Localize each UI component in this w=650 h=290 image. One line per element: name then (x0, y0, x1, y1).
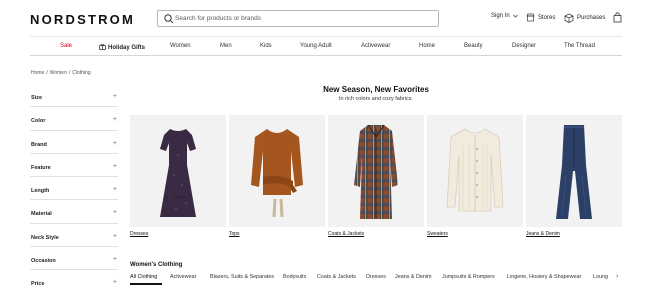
filter-label: Price (31, 281, 45, 288)
purchases-label: Purchases (577, 15, 606, 21)
plus-icon: + (112, 139, 117, 147)
tab-blazers-suits-separates[interactable]: Blazers, Suits & Separates (210, 274, 274, 280)
breadcrumb-clothing: Clothing (72, 70, 91, 76)
tile-caption-dresses[interactable]: Dresses (130, 231, 148, 237)
clothing-tabs: All Clothing Activewear Blazers, Suits &… (130, 272, 622, 286)
filter-label: Neck Style (31, 234, 59, 241)
category-tiles (130, 115, 622, 227)
plus-icon: + (112, 116, 117, 124)
tile-sweaters[interactable] (427, 115, 523, 227)
filter-label: Material (31, 211, 52, 218)
nav-item-beauty[interactable]: Beauty (464, 43, 483, 49)
nav-item-sale[interactable]: Sale (60, 43, 72, 49)
search-icon (164, 14, 174, 24)
main-nav: Sale Holiday Gifts Women Men Kids Young … (30, 36, 622, 56)
tile-caption-sweaters[interactable]: Sweaters (427, 231, 448, 237)
filter-material[interactable]: Material + (30, 200, 118, 224)
filter-feature[interactable]: Feature + (30, 154, 118, 178)
nav-item-kids[interactable]: Kids (260, 43, 272, 49)
filter-color[interactable]: Color + (30, 107, 118, 131)
tile-coats-jackets[interactable] (328, 115, 424, 227)
tab-dresses[interactable]: Dresses (366, 274, 386, 280)
breadcrumb-women[interactable]: Women (50, 70, 67, 76)
nav-item-women[interactable]: Women (170, 43, 191, 49)
nav-item-designer[interactable]: Designer (512, 43, 536, 49)
filter-occasion[interactable]: Occasion + (30, 247, 118, 271)
section-title: Women's Clothing (130, 262, 183, 268)
plus-icon: + (112, 232, 117, 240)
shopping-bag-button[interactable] (613, 12, 622, 23)
header: NORDSTROM Sign In Stores Purchases (0, 0, 650, 36)
breadcrumb-separator: / (46, 70, 48, 76)
purchases-link[interactable]: Purchases (564, 13, 605, 23)
filter-brand[interactable]: Brand + (30, 131, 118, 154)
tab-coats-jackets[interactable]: Coats & Jackets (317, 274, 356, 280)
breadcrumb-home[interactable]: Home (31, 70, 44, 76)
tile-jeans-denim[interactable] (526, 115, 622, 227)
stores-label: Stores (538, 14, 556, 21)
filter-label: Size (31, 95, 43, 101)
dress-image (160, 129, 196, 217)
search-bar[interactable] (157, 10, 439, 27)
breadcrumb: Home / Women / Clothing (31, 70, 93, 76)
tile-caption-jeans-denim[interactable]: Jeans & Denim (526, 231, 560, 237)
plus-icon: + (112, 256, 117, 264)
breadcrumb-separator: / (68, 70, 71, 76)
search-input[interactable] (175, 12, 433, 25)
tab-all-clothing[interactable]: All Clothing (130, 274, 157, 280)
filter-label: Brand (31, 141, 47, 148)
tile-caption-tops[interactable]: Tops (229, 231, 240, 237)
nav-item-home[interactable]: Home (419, 43, 435, 49)
filter-label: Feature (31, 164, 51, 171)
filter-label: Length (31, 188, 50, 195)
hero-title: New Season, New Favorites (323, 85, 429, 94)
filter-price[interactable]: Price + (30, 270, 118, 290)
tab-activewear[interactable]: Activewear (170, 274, 196, 280)
shopping-bag-icon (613, 12, 622, 23)
nav-item-young-adult[interactable]: Young Adult (300, 43, 332, 49)
sign-in-link[interactable]: Sign In (491, 13, 518, 19)
nav-item-holiday-gifts[interactable]: Holiday Gifts (99, 43, 145, 51)
tab-bodysuits[interactable]: Bodysuits (283, 274, 306, 280)
chevron-down-icon (512, 14, 518, 18)
nav-item-men[interactable]: Men (220, 43, 232, 49)
tile-tops[interactable] (229, 115, 325, 227)
top-image (251, 129, 303, 218)
nav-item-the-thread[interactable]: The Thread (564, 43, 595, 49)
filter-label: Occasion (31, 258, 56, 265)
sweater-image (446, 128, 504, 212)
nav-item-activewear[interactable]: Activewear (361, 43, 390, 49)
stores-link[interactable]: Stores (526, 13, 555, 22)
nordstrom-logo[interactable]: NORDSTROM (30, 12, 135, 27)
plus-icon: + (112, 186, 117, 194)
box-icon (564, 13, 574, 23)
jeans-image (556, 125, 592, 219)
sign-in-label: Sign In (491, 13, 510, 19)
plus-icon: + (112, 93, 117, 100)
tab-lingerie-hosiery-shapewear[interactable]: Lingerie, Hosiery & Shapewear (507, 274, 581, 280)
active-tab-indicator (130, 283, 162, 285)
hero-subtitle: In rich colors and cozy fabrics. (339, 96, 413, 102)
filter-size[interactable]: Size + (30, 84, 118, 108)
coat-image (354, 124, 398, 219)
plus-icon: + (112, 279, 117, 287)
gift-icon (99, 44, 106, 50)
plus-icon: + (112, 162, 117, 170)
filter-label: Color (31, 118, 46, 125)
filter-neck-style[interactable]: Neck Style + (30, 224, 118, 248)
tab-lounge[interactable]: Loung (593, 274, 608, 280)
filter-length[interactable]: Length + (30, 177, 118, 201)
tile-dresses[interactable] (130, 115, 226, 227)
filter-sidebar: Size + Color + Brand + Feature + Length + Mat… (30, 84, 118, 290)
plus-icon: + (112, 209, 117, 217)
tab-jumpsuits-rompers[interactable]: Jumpsuits & Rompers (442, 274, 495, 280)
chevron-right-icon[interactable]: › (616, 273, 618, 280)
tab-jeans-denim[interactable]: Jeans & Denim (395, 274, 432, 280)
store-icon (526, 13, 535, 22)
nav-holiday-label: Holiday Gifts (108, 45, 146, 51)
tile-caption-coats-jackets[interactable]: Coats & Jackets (328, 231, 364, 237)
